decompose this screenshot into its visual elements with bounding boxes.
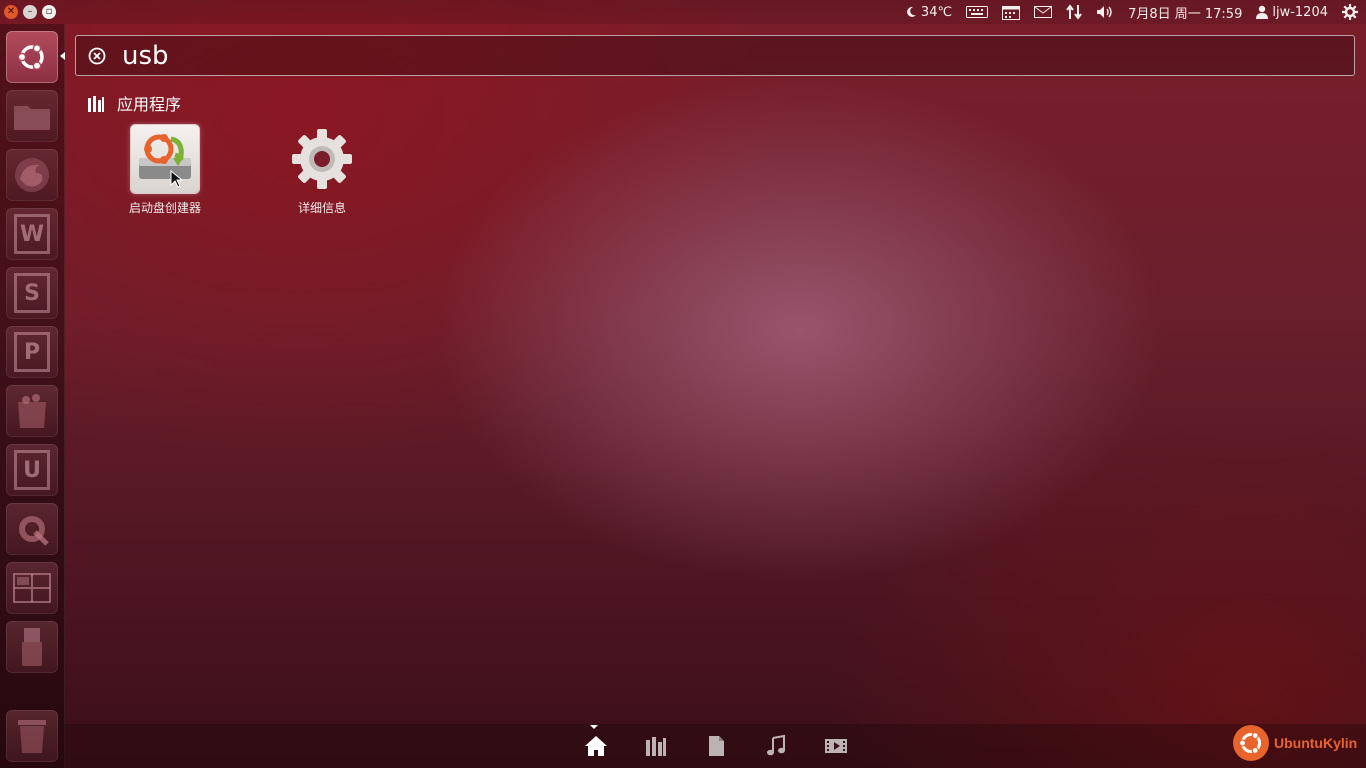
launcher: W S P U — [0, 24, 65, 768]
brand-text: UbuntuKylin — [1274, 735, 1358, 751]
launcher-active-arrow — [60, 52, 65, 60]
clock-indicator[interactable]: 7月8日 周一 17:59 — [1128, 3, 1242, 22]
minimize-button[interactable]: – — [23, 5, 37, 19]
trash-icon — [18, 720, 46, 753]
dash-search-bar — [75, 35, 1355, 76]
mail-icon — [1034, 6, 1053, 18]
calendar-indicator[interactable] — [1002, 4, 1021, 20]
result-startup-disk-creator[interactable]: 启动盘创建器 — [110, 125, 220, 216]
settings-wrench-icon — [19, 516, 49, 546]
files-lens-icon[interactable] — [704, 734, 728, 758]
applications-lens-icon[interactable] — [644, 734, 668, 758]
music-lens-icon[interactable] — [764, 734, 788, 758]
sound-indicator[interactable] — [1096, 5, 1114, 19]
folder-icon — [14, 106, 50, 130]
firefox-icon — [15, 158, 49, 192]
details-gear-icon — [292, 129, 352, 189]
messaging-indicator[interactable] — [1034, 6, 1053, 18]
weather-indicator[interactable]: 34℃ — [905, 5, 952, 20]
wps-presentation-launcher-item[interactable]: P — [6, 326, 58, 378]
usb-drive-icon — [22, 628, 42, 666]
dash-home-button[interactable] — [6, 31, 58, 83]
workspace-switcher-launcher-item[interactable] — [6, 562, 58, 614]
username-text: ljw-1204 — [1272, 4, 1328, 20]
software-center-launcher-item[interactable] — [6, 385, 58, 437]
active-lens-indicator — [590, 725, 598, 729]
category-label: 应用程序 — [117, 95, 182, 114]
ubuntu-one-u-icon: U — [14, 450, 50, 490]
session-indicator[interactable] — [1342, 4, 1358, 20]
weather-text: 34℃ — [920, 4, 953, 20]
ubuntukylin-logo: UbuntuKylin — [1232, 724, 1357, 762]
startup-disk-creator-icon — [131, 125, 199, 193]
result-details[interactable]: 详细信息 — [267, 125, 377, 216]
home-lens-icon[interactable] — [584, 734, 608, 758]
network-indicator[interactable] — [1066, 4, 1082, 20]
trash-launcher-item[interactable] — [6, 710, 58, 762]
window-controls: ✕ – ▫ — [4, 5, 56, 19]
moon-icon — [906, 6, 916, 17]
ubuntu-one-launcher-item[interactable]: U — [6, 444, 58, 496]
close-button[interactable]: ✕ — [4, 5, 18, 19]
firefox-launcher-item[interactable] — [6, 149, 58, 201]
spreadsheets-s-icon: S — [14, 273, 50, 313]
maximize-button[interactable]: ▫ — [42, 5, 56, 19]
writer-w-icon: W — [14, 214, 50, 254]
shopping-bag-icon — [18, 394, 46, 428]
keyboard-indicator[interactable] — [966, 6, 989, 18]
keyboard-icon — [966, 6, 989, 18]
usb-drive-launcher-item[interactable] — [6, 621, 58, 673]
clear-search-icon[interactable] — [88, 47, 106, 65]
video-lens-icon[interactable] — [824, 734, 848, 758]
indicator-area: 34℃ 7月8日 周一 17:59 ljw-1204 — [905, 0, 1358, 24]
workspaces-icon — [13, 573, 51, 603]
ubuntu-logo-icon — [17, 43, 44, 71]
datetime-text: 7月8日 周一 17:59 — [1128, 6, 1243, 22]
files-launcher-item[interactable] — [6, 90, 58, 142]
ubuntu-circle-logo-icon — [1233, 725, 1269, 761]
system-settings-launcher-item[interactable] — [6, 503, 58, 555]
wps-spreadsheets-launcher-item[interactable]: S — [6, 267, 58, 319]
volume-icon — [1097, 6, 1112, 18]
result-label: 详细信息 — [297, 201, 346, 215]
user-icon — [1256, 5, 1269, 19]
category-header-applications[interactable]: 应用程序 — [87, 91, 181, 115]
gear-icon — [1342, 4, 1358, 20]
user-indicator[interactable]: ljw-1204 — [1256, 5, 1328, 20]
wps-writer-launcher-item[interactable]: W — [6, 208, 58, 260]
applications-category-icon — [88, 96, 104, 112]
lens-bar — [64, 724, 1366, 768]
presentation-p-icon: P — [14, 332, 50, 372]
result-label: 启动盘创建器 — [128, 201, 201, 215]
top-panel: ✕ – ▫ 34℃ 7月8日 周一 17:59 ljw-1204 — [0, 0, 1366, 24]
search-input[interactable] — [120, 38, 1324, 74]
calendar-icon — [1002, 6, 1021, 20]
network-arrows-icon — [1066, 4, 1082, 20]
